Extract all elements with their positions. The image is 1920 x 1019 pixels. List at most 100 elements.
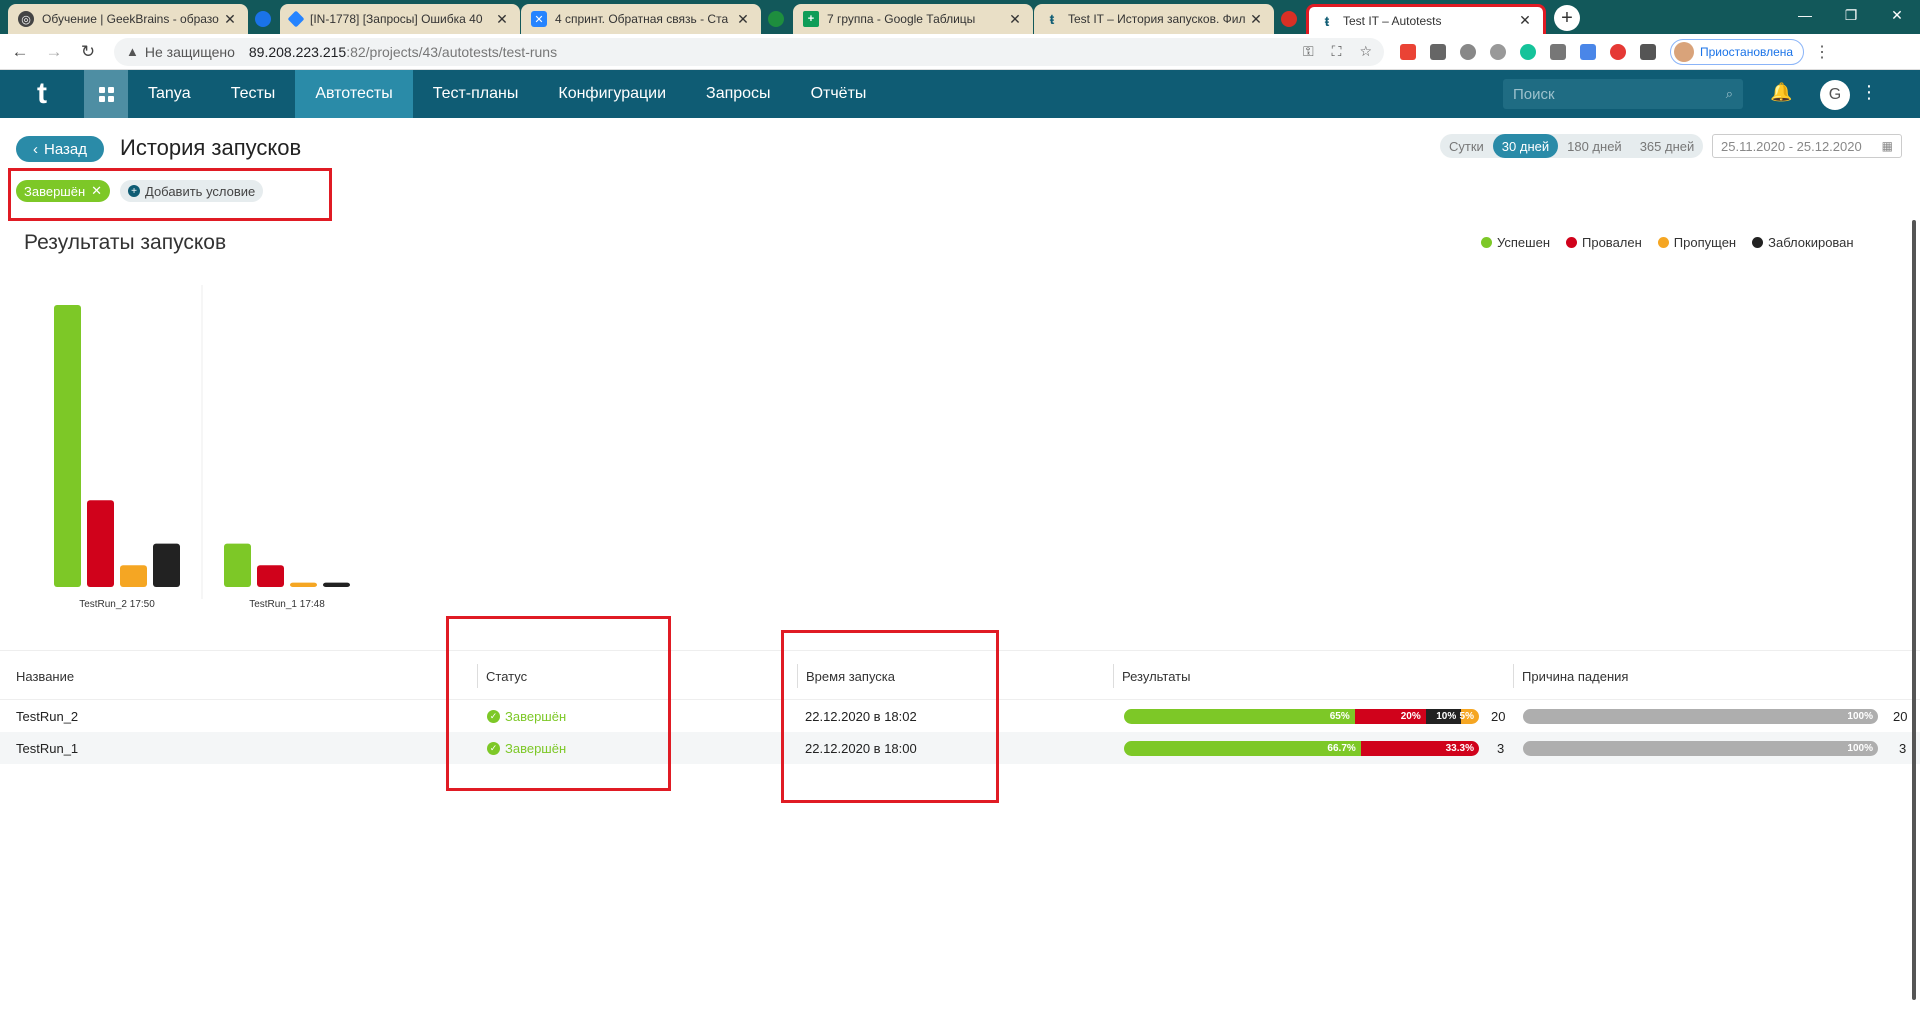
date-range-input[interactable]: 25.11.2020 - 25.12.2020 ▦: [1712, 134, 1902, 158]
results-progress-bar: 65% 20% 10% 5%: [1124, 709, 1479, 724]
bar-1-1[interactable]: [257, 565, 284, 587]
failure-count: 3: [1899, 740, 1907, 756]
legend-dot: [1752, 237, 1764, 248]
search-input[interactable]: Поиск ⌕: [1503, 79, 1743, 109]
extension-icon[interactable]: [1550, 43, 1566, 60]
results-segment: 20%: [1354, 709, 1426, 724]
url-path: :82/projects/43/autotests/test-runs: [346, 43, 558, 60]
bar-0-2[interactable]: [120, 565, 147, 587]
results-segment: 5%: [1460, 709, 1479, 724]
failure-segment: 100%: [1523, 709, 1878, 724]
search-icon: ⌕: [1725, 86, 1733, 101]
close-icon[interactable]: ✕: [1517, 12, 1533, 29]
extension-icon[interactable]: [1490, 43, 1506, 60]
results-segment: 10%: [1425, 709, 1462, 724]
circle-icon: [768, 11, 784, 27]
filter-chip-completed[interactable]: Завершён ✕: [16, 180, 111, 202]
nav-item-configurations[interactable]: Конфигурации: [538, 70, 686, 118]
legend-dot: [1566, 237, 1577, 248]
browser-tab[interactable]: [1275, 4, 1305, 34]
nav-item-requests[interactable]: Запросы: [686, 70, 791, 118]
column-header-results[interactable]: Результаты: [1113, 664, 1190, 688]
nav-item-autotests[interactable]: Автотесты: [295, 70, 413, 118]
nav-item-reports[interactable]: Отчёты: [791, 70, 887, 118]
browser-tab[interactable]: ✕ 4 спринт. Обратная связь - Ста ✕: [521, 4, 761, 34]
close-icon[interactable]: ✕: [222, 11, 238, 28]
testit-logo[interactable]: t: [0, 70, 84, 118]
warning-icon: ▲: [126, 44, 139, 59]
page-scrollbar[interactable]: [1912, 220, 1916, 1000]
period-365-days[interactable]: 365 дней: [1631, 134, 1704, 158]
period-30-days[interactable]: 30 дней: [1492, 134, 1559, 158]
browser-tab[interactable]: ŧ Test IT – История запусков. Фил ✕: [1034, 4, 1274, 34]
apps-grid-button[interactable]: [84, 70, 128, 118]
testit-icon: ŧ: [1049, 11, 1055, 27]
bar-1-3[interactable]: [323, 582, 350, 587]
translate-icon[interactable]: ⛶: [1332, 43, 1342, 60]
results-title: Результаты запусков: [24, 231, 227, 254]
bar-0-0[interactable]: [54, 305, 81, 587]
gmail-icon[interactable]: [1400, 43, 1416, 60]
profile-button[interactable]: Приостановлена: [1670, 38, 1805, 65]
browser-tab[interactable]: [249, 4, 279, 34]
back-arrow-icon[interactable]: ←: [6, 38, 34, 66]
extension-icon[interactable]: [1580, 43, 1596, 60]
new-tab-button[interactable]: +: [1554, 5, 1580, 31]
close-icon[interactable]: ✕: [91, 183, 102, 199]
period-day[interactable]: Сутки: [1440, 134, 1493, 158]
url-input[interactable]: ▲ Не защищено 89.208.223.215 :82/project…: [114, 37, 1384, 66]
key-icon[interactable]: ⚿: [1303, 43, 1314, 60]
address-bar: ← → ↻ ▲ Не защищено 89.208.223.215 :82/p…: [0, 34, 1920, 70]
extension-icon[interactable]: [1610, 43, 1626, 60]
nav-item-test-plans[interactable]: Тест-планы: [413, 70, 539, 118]
bar-0-1[interactable]: [87, 500, 114, 587]
column-header-failure-reason[interactable]: Причина падения: [1513, 664, 1628, 688]
browser-tab[interactable]: + 7 группа - Google Таблицы ✕: [793, 4, 1033, 34]
page-title: История запусков: [120, 135, 302, 160]
results-bar-chart: TestRun_2 17:50 TestRun_1 17:48: [54, 285, 350, 610]
grammarly-icon[interactable]: [1520, 43, 1536, 60]
nav-item-tanya[interactable]: Tanya: [128, 70, 211, 118]
reload-icon[interactable]: ↻: [74, 38, 102, 66]
forward-arrow-icon[interactable]: →: [40, 38, 68, 66]
close-icon[interactable]: ✕: [735, 11, 751, 28]
bar-0-3[interactable]: [153, 543, 180, 587]
back-button[interactable]: ‹ Назад: [16, 136, 104, 162]
run-name[interactable]: TestRun_2: [16, 700, 78, 732]
user-menu-icon[interactable]: ⋮: [1860, 82, 1878, 103]
legend-label: Успешен: [1497, 235, 1550, 250]
star-icon[interactable]: ☆: [1359, 43, 1372, 60]
period-180-days[interactable]: 180 дней: [1558, 134, 1631, 158]
extension-icon[interactable]: [1460, 43, 1476, 60]
add-condition-button[interactable]: + Добавить условие: [120, 180, 264, 202]
results-segment: 65%: [1124, 709, 1355, 724]
browser-tab[interactable]: [762, 4, 792, 34]
close-icon[interactable]: ✕: [1007, 11, 1023, 28]
legend-label: Пропущен: [1673, 235, 1737, 250]
user-avatar[interactable]: G: [1820, 80, 1850, 110]
browser-menu-icon[interactable]: ⋮: [1814, 42, 1830, 62]
browser-tab[interactable]: [IN-1778] [Запросы] Ошибка 40 ✕: [280, 4, 520, 34]
back-label: Назад: [44, 140, 87, 158]
extension-icon[interactable]: [1430, 43, 1446, 60]
close-window-icon[interactable]: ✕: [1874, 0, 1920, 30]
security-label[interactable]: Не защищено: [145, 44, 235, 60]
bell-icon[interactable]: 🔔: [1770, 82, 1792, 103]
chart-legend: Успешен Провален Пропущен Заблокирован: [1481, 235, 1854, 250]
close-icon[interactable]: ✕: [1248, 11, 1264, 28]
browser-tab-active[interactable]: ŧ Test IT – Autotests ✕: [1306, 4, 1546, 34]
close-icon[interactable]: ✕: [494, 11, 510, 28]
puzzle-icon[interactable]: [1640, 43, 1656, 60]
bar-1-0[interactable]: [224, 543, 251, 587]
calendar-icon[interactable]: ▦: [1882, 139, 1893, 153]
bar-1-2[interactable]: [290, 582, 317, 587]
maximize-icon[interactable]: ❐: [1828, 0, 1874, 30]
run-name[interactable]: TestRun_1: [16, 732, 78, 764]
minimize-icon[interactable]: —: [1782, 0, 1828, 30]
nav-item-tests[interactable]: Тесты: [211, 70, 296, 118]
browser-tab[interactable]: ◎ Обучение | GeekBrains - образо ✕: [8, 4, 248, 34]
column-header-name[interactable]: Название: [8, 651, 74, 701]
app-header: t Tanya Тесты Автотесты Тест-планы Конфи…: [0, 70, 1920, 118]
highlight-box-status: [446, 616, 671, 791]
results-count: 3: [1497, 740, 1505, 756]
